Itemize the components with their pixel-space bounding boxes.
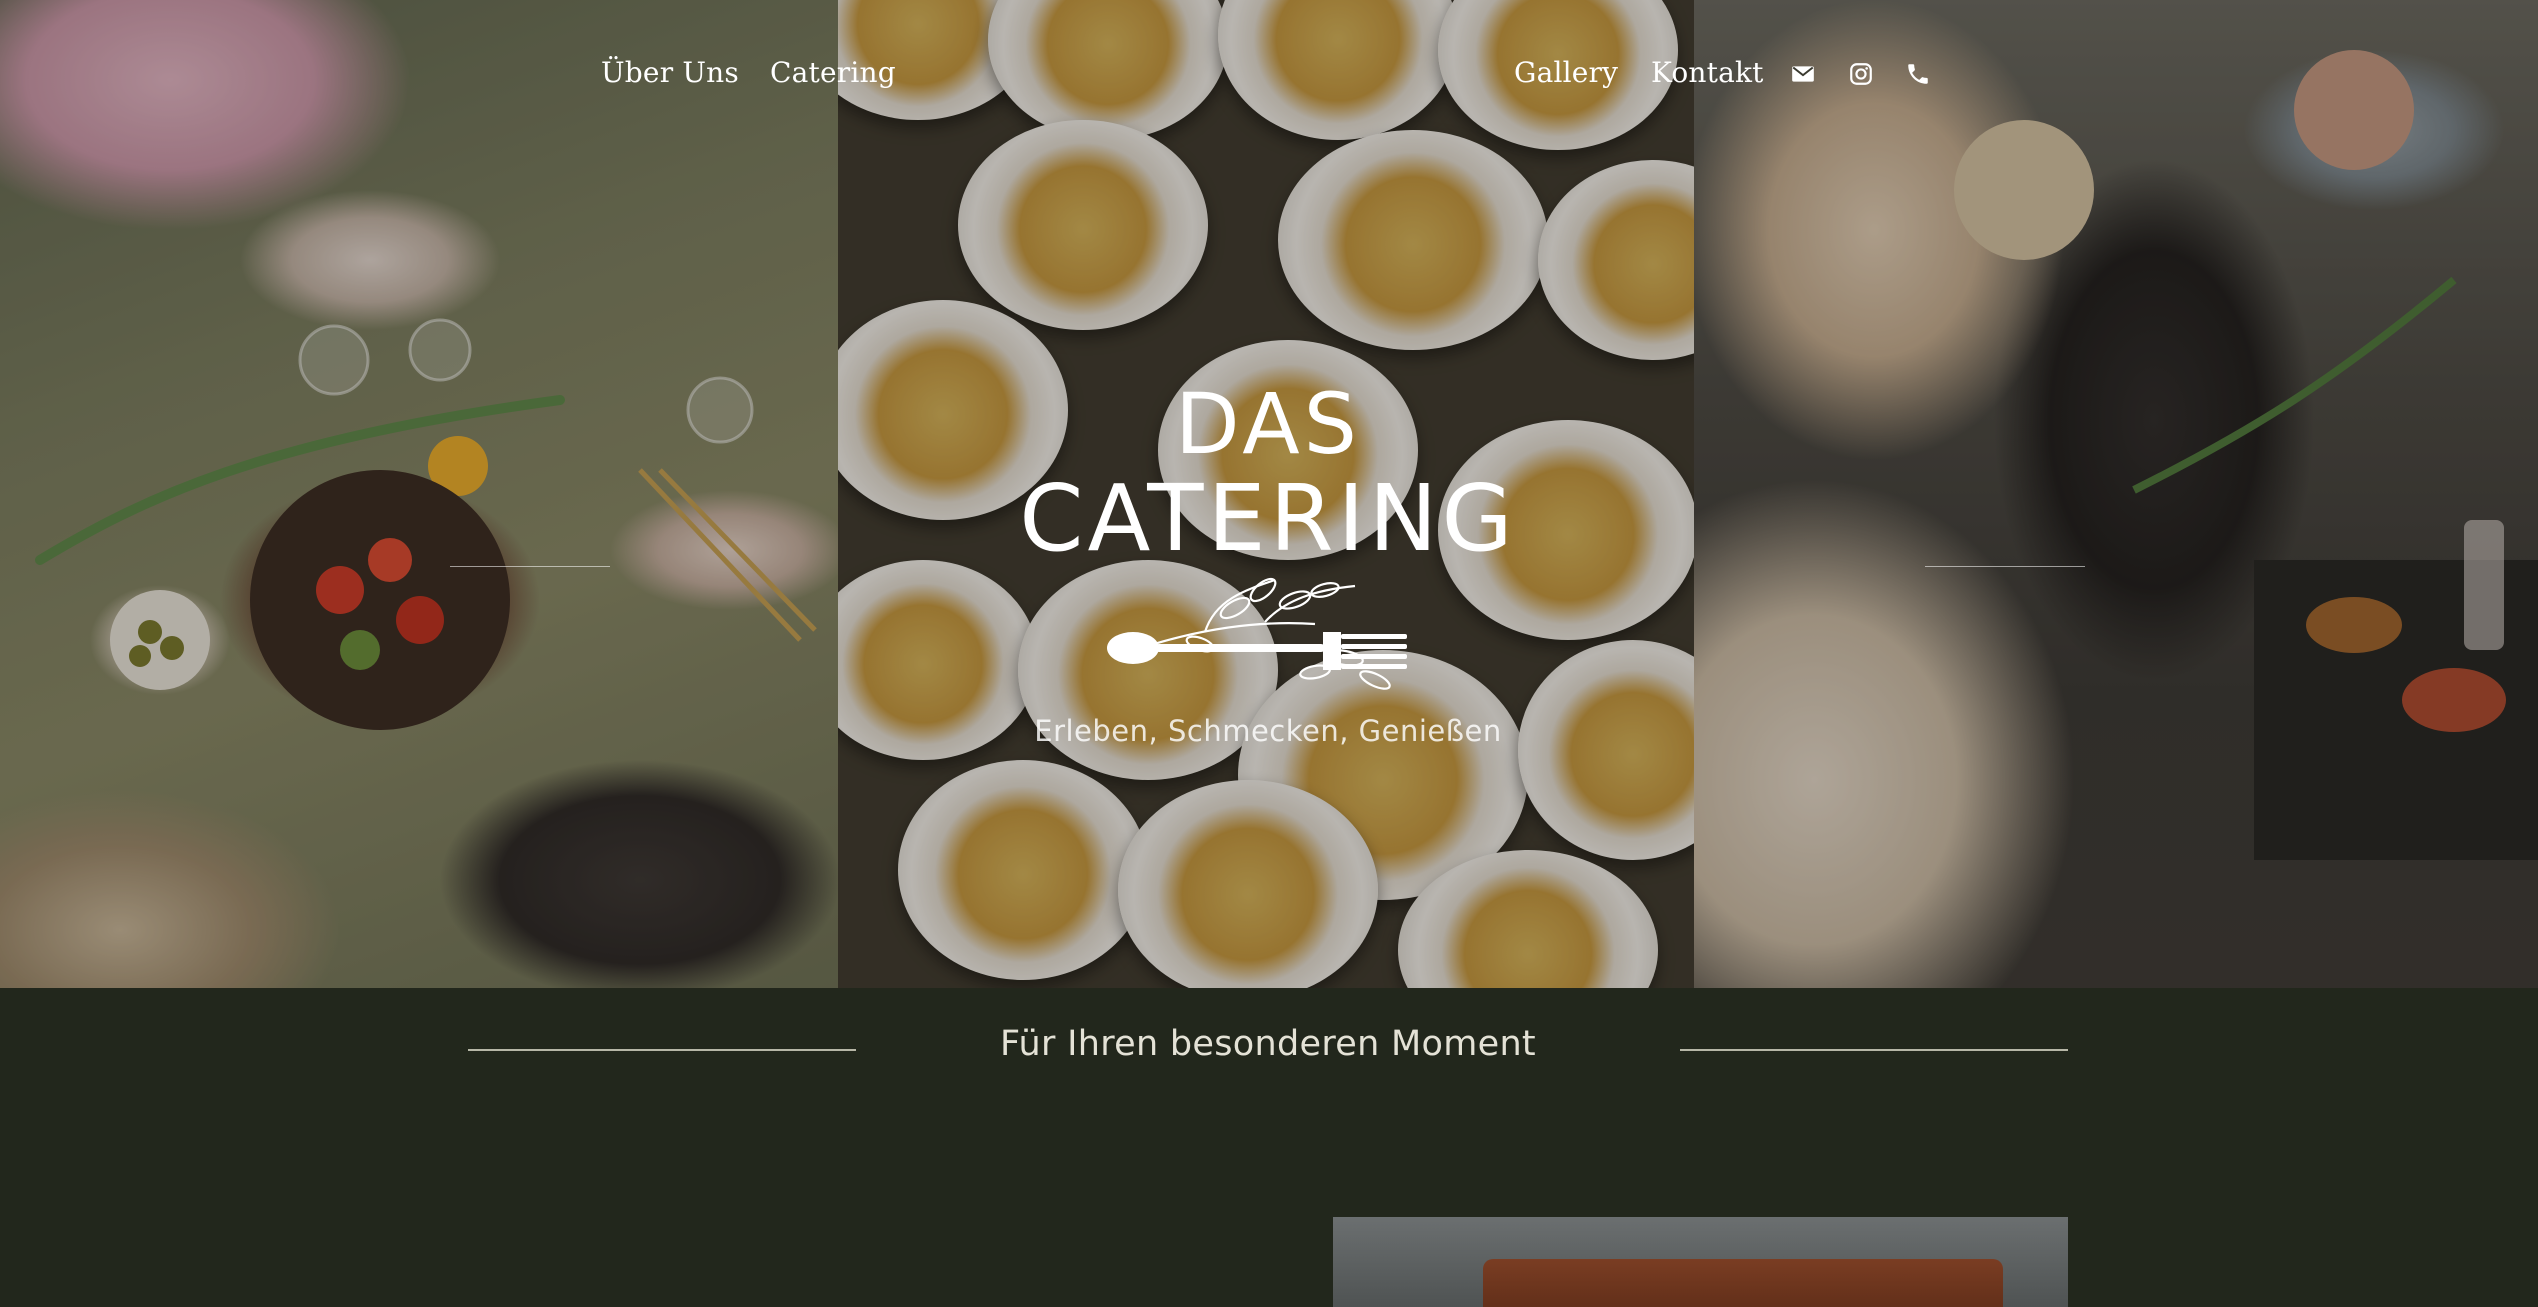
- section-preview-image: [1333, 1217, 2068, 1307]
- section-divider-left: [468, 1049, 856, 1051]
- nav-link-kontakt[interactable]: Kontakt: [1651, 56, 1764, 89]
- leaf-fork-emblem-icon: [1107, 577, 1407, 690]
- mail-icon[interactable]: [1790, 61, 1816, 87]
- hero-banner: DAS CATERING Erleben, Schmecken, Genieße…: [0, 0, 2538, 988]
- section-title: Für Ihren besonderen Moment: [1000, 1024, 1536, 1064]
- section-divider-right: [1680, 1049, 2068, 1051]
- hero-title-line2: CATERING: [1019, 465, 1517, 572]
- nav-link-catering[interactable]: Catering: [770, 56, 896, 89]
- nav-link-ueber-uns[interactable]: Über Uns: [601, 56, 739, 89]
- instagram-icon[interactable]: [1848, 61, 1874, 87]
- phone-icon[interactable]: [1905, 61, 1931, 87]
- preview-image-detail: [1483, 1259, 2003, 1307]
- hero-divider-left: [450, 566, 610, 567]
- hero-tagline: Erleben, Schmecken, Genießen: [1034, 714, 1502, 748]
- nav-link-gallery[interactable]: Gallery: [1514, 56, 1618, 89]
- hero-divider-right: [1925, 566, 2085, 567]
- hero-title-line1: DAS: [1175, 375, 1361, 473]
